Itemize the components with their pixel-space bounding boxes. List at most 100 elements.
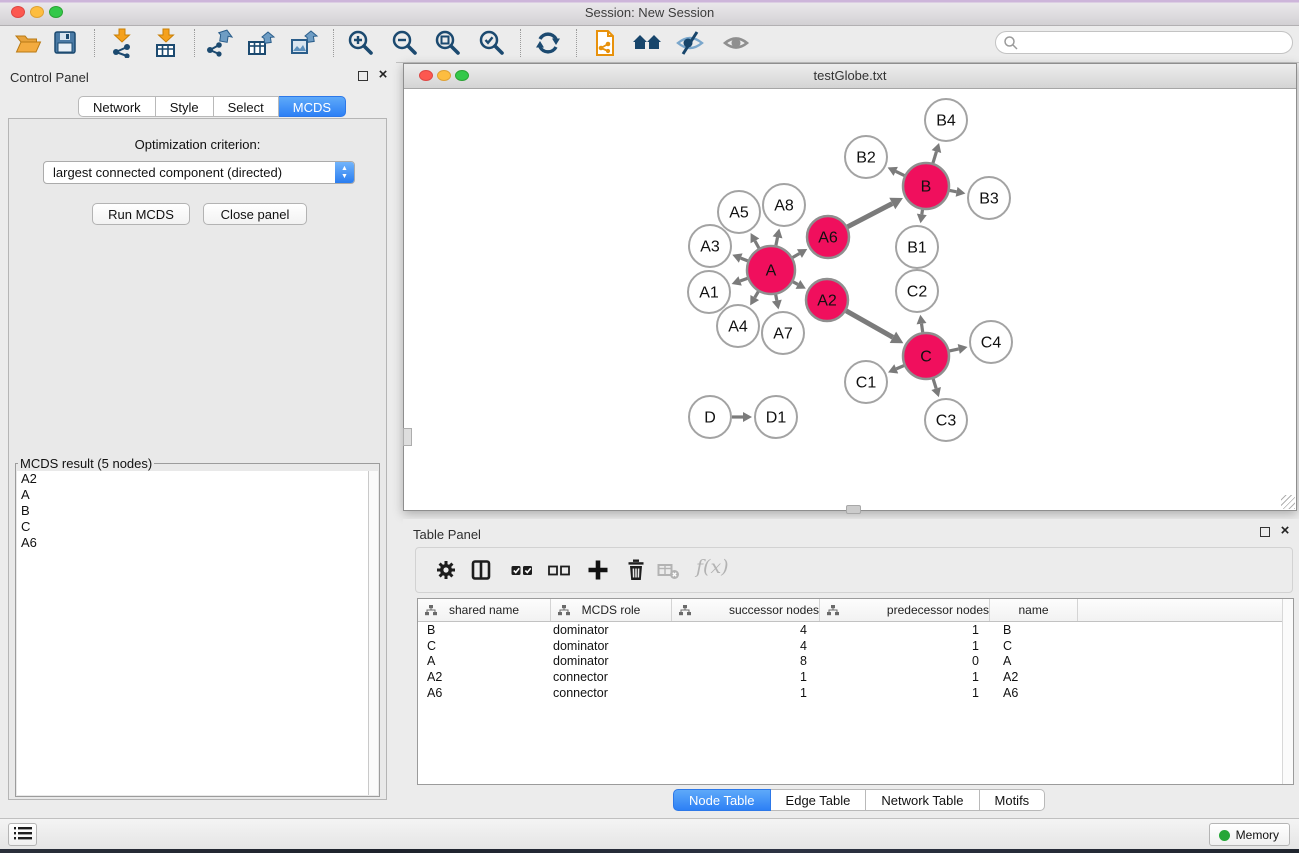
graph-node-label: A1 (699, 285, 719, 302)
graph-node-label: A (766, 263, 777, 280)
window-resize-grip[interactable] (1281, 495, 1295, 509)
tab-edge-table[interactable]: Edge Table (771, 789, 867, 811)
column-header-name[interactable]: name (990, 599, 1078, 621)
refresh-icon (533, 28, 563, 58)
network-view-window: testGlobe.txt B4B2BB3A8A5A6B1A3AC2A1A2A4… (403, 63, 1297, 511)
export-table-icon (246, 28, 276, 58)
mcds-result-item[interactable]: C (17, 519, 378, 535)
trash-icon (624, 558, 648, 582)
tab-mcds[interactable]: MCDS (279, 96, 346, 117)
main-toolbar (0, 26, 1299, 63)
table-row[interactable]: C dominator 4 1 C (418, 638, 1293, 654)
mcds-result-list[interactable]: A2 A B C A6 (17, 471, 378, 795)
column-header-shared-name[interactable]: shared name (418, 599, 551, 621)
table-scrollbar[interactable] (1282, 599, 1293, 784)
column-header-predecessor-nodes[interactable]: predecessor nodes (820, 599, 990, 621)
graph-node-label: B (921, 179, 932, 196)
graph-node-label: A2 (817, 293, 837, 310)
network-file-icon (590, 28, 620, 58)
splitter-grip[interactable] (403, 428, 412, 446)
import-network-button[interactable] (107, 28, 137, 58)
mcds-result-group: MCDS result (5 nodes) A2 A B C A6 (15, 456, 380, 797)
mcds-result-item[interactable]: B (17, 503, 378, 519)
column-header-successor-nodes[interactable]: successor nodes (672, 599, 820, 621)
zoom-out-button[interactable] (390, 28, 420, 58)
graph-node-label: D (704, 410, 716, 427)
network-window-titlebar[interactable]: testGlobe.txt (404, 64, 1296, 89)
export-network-icon (203, 28, 233, 58)
column-header-mcds-role[interactable]: MCDS role (551, 599, 672, 621)
refresh-button[interactable] (533, 28, 563, 58)
criterion-value: largest connected component (directed) (53, 165, 282, 180)
table-row[interactable]: A6 connector 1 1 A6 (418, 685, 1293, 701)
desktop: Session: New Session (0, 0, 1299, 853)
zoom-in-button[interactable] (346, 28, 376, 58)
hierarchy-icon (679, 605, 691, 616)
table-row[interactable]: B dominator 4 1 B (418, 622, 1293, 638)
app-window: Session: New Session (0, 0, 1299, 848)
tab-style[interactable]: Style (156, 96, 214, 117)
mcds-result-item[interactable]: A (17, 487, 378, 503)
tab-motifs[interactable]: Motifs (980, 789, 1046, 811)
save-session-button[interactable] (50, 28, 80, 58)
tab-node-table[interactable]: Node Table (673, 789, 771, 811)
select-all-button[interactable] (510, 558, 534, 582)
zoom-selected-icon (477, 28, 507, 58)
graph-node-label: A3 (700, 239, 720, 256)
table-row[interactable]: A2 connector 1 1 A2 (418, 669, 1293, 685)
toolbar-separator (194, 29, 195, 57)
result-list-scrollbar[interactable] (368, 471, 378, 795)
graph-node-label: C3 (936, 413, 957, 430)
hide-graphics-details-button[interactable] (675, 28, 705, 58)
delete-column-button[interactable] (624, 558, 648, 582)
splitter-grip[interactable] (846, 505, 861, 514)
zoom-fit-button[interactable] (433, 28, 463, 58)
graph-node-label: A5 (729, 205, 749, 222)
run-mcds-button[interactable]: Run MCDS (92, 203, 190, 225)
mcds-result-title: MCDS result (5 nodes) (18, 456, 154, 471)
create-column-button[interactable] (586, 558, 610, 582)
table-row[interactable]: A dominator 8 0 A (418, 654, 1293, 670)
eye-slash-icon (675, 28, 705, 58)
show-hide-panels-button[interactable] (632, 28, 662, 58)
new-network-from-selection-button[interactable] (590, 28, 620, 58)
import-table-button[interactable] (151, 28, 181, 58)
tab-network-table[interactable]: Network Table (866, 789, 979, 811)
function-builder-button[interactable]: f(x) (696, 556, 729, 578)
node-table: shared name MCDS role successor nodes (417, 598, 1294, 785)
task-history-button[interactable] (8, 823, 37, 846)
export-table-button[interactable] (246, 28, 276, 58)
network-graph[interactable]: B4B2BB3A8A5A6B1A3AC2A1A2A4A7C4CC1C3DD1 (404, 88, 1296, 510)
zoom-selected-button[interactable] (477, 28, 507, 58)
unselect-all-button[interactable] (547, 558, 571, 582)
float-table-panel-button[interactable] (1260, 527, 1270, 537)
zoom-fit-icon (433, 28, 463, 58)
network-canvas[interactable]: B4B2BB3A8A5A6B1A3AC2A1A2A4A7C4CC1C3DD1 (404, 88, 1296, 510)
mcds-result-item[interactable]: A6 (17, 535, 378, 551)
float-panel-button[interactable] (358, 71, 368, 81)
tab-network[interactable]: Network (78, 96, 156, 117)
checked-boxes-icon (510, 558, 534, 582)
import-table-icon (151, 28, 181, 58)
close-table-panel-button[interactable]: × (1277, 521, 1293, 541)
eye-icon (721, 28, 751, 58)
export-image-button[interactable] (289, 28, 319, 58)
open-session-button[interactable] (13, 28, 43, 58)
graph-node-label: C2 (907, 284, 928, 301)
save-icon (50, 28, 80, 58)
search-input[interactable] (1022, 33, 1286, 52)
criterion-select[interactable]: largest connected component (directed) ▲… (43, 161, 355, 184)
memory-button[interactable]: Memory (1209, 823, 1290, 846)
export-network-button[interactable] (203, 28, 233, 58)
graph-node-label: C (920, 349, 932, 366)
hierarchy-icon (558, 605, 570, 616)
table-settings-button[interactable] (434, 558, 458, 582)
show-column-button[interactable] (469, 558, 493, 582)
close-panel-button[interactable]: × (375, 65, 391, 85)
mcds-result-item[interactable]: A2 (17, 471, 378, 487)
close-panel-action-button[interactable]: Close panel (203, 203, 307, 225)
delete-table-button[interactable] (656, 558, 680, 582)
graph-node-label: B4 (936, 113, 956, 130)
show-graphics-details-button[interactable] (721, 28, 751, 58)
tab-select[interactable]: Select (214, 96, 279, 117)
